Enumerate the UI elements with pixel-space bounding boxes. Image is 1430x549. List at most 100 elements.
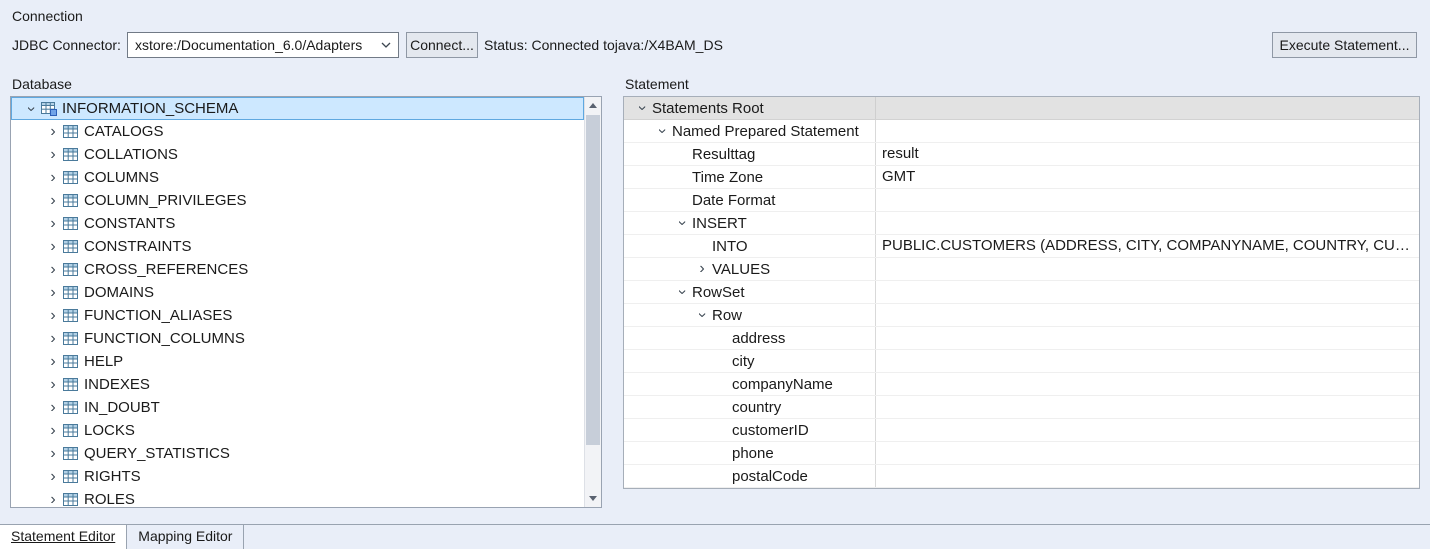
tree-expander-collapsed-icon[interactable]: › <box>45 171 61 185</box>
statement-row-value[interactable] <box>876 120 1419 142</box>
tree-item-information-schema[interactable]: ›INFORMATION_SCHEMA <box>11 97 584 120</box>
statement-row-value[interactable] <box>876 304 1419 326</box>
tree-expander-collapsed-icon[interactable]: › <box>45 378 61 392</box>
tree-item-collations[interactable]: ›COLLATIONS <box>11 143 584 166</box>
tab-statement-editor[interactable]: Statement Editor <box>0 525 127 549</box>
tree-expander-expanded-icon[interactable]: › <box>655 123 669 139</box>
statement-row-date-format[interactable]: ›Date Format <box>624 189 1419 212</box>
scroll-up-icon[interactable] <box>585 97 601 114</box>
tree-item-query-statistics[interactable]: ›QUERY_STATISTICS <box>11 442 584 465</box>
tree-expander-collapsed-icon[interactable]: › <box>45 309 61 323</box>
statement-row-row[interactable]: ›Row <box>624 304 1419 327</box>
tree-item-locks[interactable]: ›LOCKS <box>11 419 584 442</box>
tree-item-roles[interactable]: ›ROLES <box>11 488 584 507</box>
tree-expander-expanded-icon[interactable]: › <box>24 101 38 117</box>
statement-row-country[interactable]: ›country <box>624 396 1419 419</box>
table-icon <box>63 378 79 392</box>
statement-row-insert[interactable]: ›INSERT <box>624 212 1419 235</box>
statement-row-value[interactable] <box>876 419 1419 441</box>
statement-row-value[interactable] <box>876 396 1419 418</box>
tree-item-constraints[interactable]: › CONSTRAINTS <box>11 235 584 258</box>
tree-item-columns[interactable]: ›COLUMNS <box>11 166 584 189</box>
tree-expander-collapsed-icon[interactable]: › <box>45 286 61 300</box>
statement-row-resulttag[interactable]: ›Resulttagresult <box>624 143 1419 166</box>
tree-expander-collapsed-icon[interactable]: › <box>45 240 61 254</box>
tree-item-in-doubt[interactable]: ›IN_DOUBT <box>11 396 584 419</box>
database-tree-panel: ›INFORMATION_SCHEMA›CATALOGS›COLLATIONS›… <box>10 96 602 508</box>
tree-expander-expanded-icon[interactable]: › <box>675 284 689 300</box>
tree-item-domains[interactable]: ›DOMAINS <box>11 281 584 304</box>
tree-expander-expanded-icon[interactable]: › <box>635 100 649 116</box>
scroll-down-icon[interactable] <box>585 490 601 507</box>
statement-row-value[interactable] <box>876 281 1419 303</box>
statement-row-values[interactable]: ›VALUES <box>624 258 1419 281</box>
statement-row-address[interactable]: ›address <box>624 327 1419 350</box>
tree-expander-collapsed-icon[interactable]: › <box>45 148 61 162</box>
statement-row-into[interactable]: ›INTOPUBLIC.CUSTOMERS (ADDRESS, CITY, CO… <box>624 235 1419 258</box>
connect-button[interactable]: Connect... <box>406 32 478 58</box>
statement-row-value[interactable] <box>876 327 1419 349</box>
statement-row-label: Named Prepared Statement <box>672 123 859 140</box>
tree-expander-collapsed-icon[interactable]: › <box>45 263 61 277</box>
tree-item-function-aliases[interactable]: ›FUNCTION_ALIASES <box>11 304 584 327</box>
statement-row-value[interactable] <box>876 373 1419 395</box>
tree-expander-collapsed-icon[interactable]: › <box>45 125 61 139</box>
statement-row-value[interactable] <box>876 465 1419 487</box>
tab-mapping-editor[interactable]: Mapping Editor <box>127 525 244 549</box>
database-section-label: Database <box>12 76 72 92</box>
statement-row-rowset[interactable]: ›RowSet <box>624 281 1419 304</box>
tree-expander-collapsed-icon[interactable]: › <box>45 470 61 484</box>
table-icon <box>63 424 79 438</box>
chevron-down-icon <box>381 42 391 48</box>
statement-row-phone[interactable]: ›phone <box>624 442 1419 465</box>
tree-expander-collapsed-icon[interactable]: › <box>45 493 61 507</box>
tree-item-column-privileges[interactable]: ›COLUMN_PRIVILEGES <box>11 189 584 212</box>
tree-item-label: CATALOGS <box>84 123 163 140</box>
statement-row-city[interactable]: ›city <box>624 350 1419 373</box>
statement-row-value[interactable] <box>876 350 1419 372</box>
tree-item-constants[interactable]: ›CONSTANTS <box>11 212 584 235</box>
statement-row-value[interactable] <box>876 189 1419 211</box>
schema-icon <box>41 102 57 116</box>
statement-row-value[interactable] <box>876 258 1419 280</box>
statement-row-companyname[interactable]: ›companyName <box>624 373 1419 396</box>
tree-item-indexes[interactable]: ›INDEXES <box>11 373 584 396</box>
statement-row-value[interactable] <box>876 97 1419 119</box>
tree-item-cross-references[interactable]: ›CROSS_REFERENCES <box>11 258 584 281</box>
table-icon <box>63 240 79 254</box>
execute-statement-button[interactable]: Execute Statement... <box>1272 32 1417 58</box>
tree-item-help[interactable]: ›HELP <box>11 350 584 373</box>
database-scrollbar[interactable] <box>584 97 601 507</box>
tree-item-function-columns[interactable]: ›FUNCTION_COLUMNS <box>11 327 584 350</box>
tree-expander-collapsed-icon[interactable]: › <box>45 332 61 346</box>
table-icon <box>63 125 79 139</box>
statement-row-value[interactable]: PUBLIC.CUSTOMERS (ADDRESS, CITY, COMPANY… <box>876 235 1419 257</box>
tree-expander-collapsed-icon[interactable]: › <box>45 355 61 369</box>
scrollbar-thumb[interactable] <box>586 115 600 445</box>
statement-row-customerid[interactable]: ›customerID <box>624 419 1419 442</box>
tree-expander-expanded-icon[interactable]: › <box>695 307 709 323</box>
statement-row-time-zone[interactable]: ›Time ZoneGMT <box>624 166 1419 189</box>
tree-expander-collapsed-icon[interactable]: › <box>45 194 61 208</box>
statement-row-named-prepared-statement[interactable]: ›Named Prepared Statement <box>624 120 1419 143</box>
statement-row-value[interactable] <box>876 442 1419 464</box>
tree-item-label: CONSTRAINTS <box>84 238 192 255</box>
tree-item-rights[interactable]: ›RIGHTS <box>11 465 584 488</box>
statement-row-value[interactable]: GMT <box>876 166 1419 188</box>
tree-expander-collapsed-icon[interactable]: › <box>45 217 61 231</box>
statement-row-label: INSERT <box>692 215 747 232</box>
table-icon <box>63 194 79 208</box>
tree-expander-expanded-icon[interactable]: › <box>675 215 689 231</box>
statement-row-statements-root[interactable]: ›Statements Root <box>624 97 1419 120</box>
tree-expander-collapsed-icon[interactable]: › <box>694 262 710 276</box>
tree-expander-collapsed-icon[interactable]: › <box>45 424 61 438</box>
tree-expander-collapsed-icon[interactable]: › <box>45 447 61 461</box>
statement-row-value[interactable]: result <box>876 143 1419 165</box>
tree-expander-collapsed-icon[interactable]: › <box>45 401 61 415</box>
tree-item-catalogs[interactable]: › CATALOGS <box>11 120 584 143</box>
jdbc-connector-select[interactable]: xstore:/Documentation_6.0/Adapters <box>127 32 399 58</box>
statement-row-value[interactable] <box>876 212 1419 234</box>
statement-row-label: VALUES <box>712 261 770 278</box>
statement-row-postalcode[interactable]: ›postalCode <box>624 465 1419 488</box>
statement-rows: ›Statements Root›Named Prepared Statemen… <box>624 97 1419 488</box>
